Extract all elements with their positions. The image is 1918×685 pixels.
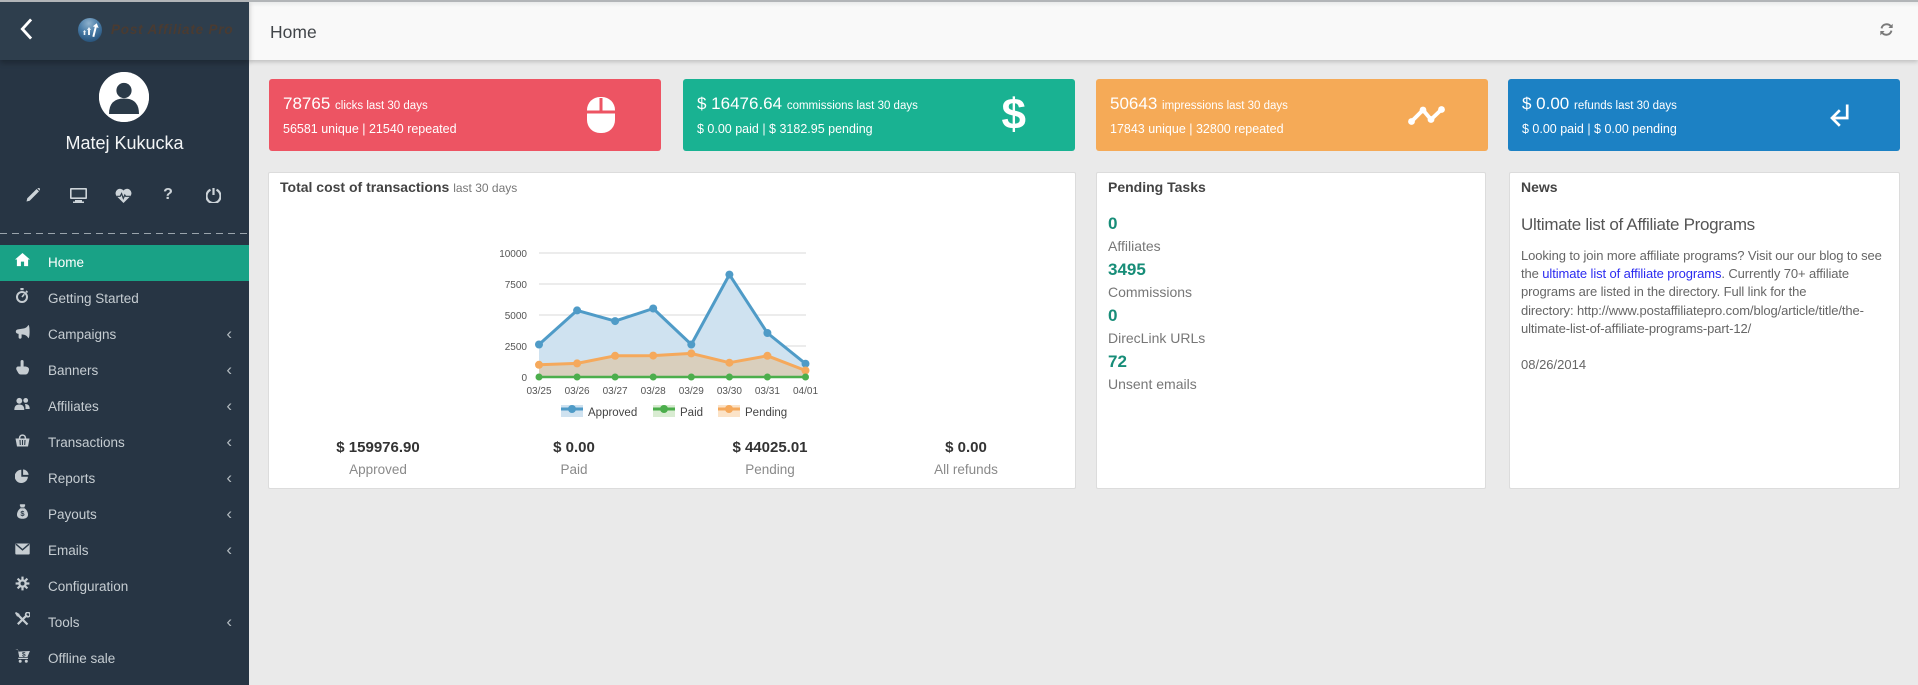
svg-text:03/25: 03/25 bbox=[526, 386, 551, 397]
svg-text:03/27: 03/27 bbox=[603, 386, 628, 397]
svg-text:03/30: 03/30 bbox=[717, 386, 742, 397]
svg-text:$: $ bbox=[21, 651, 25, 658]
svg-text:03/28: 03/28 bbox=[641, 386, 666, 397]
svg-text:5000: 5000 bbox=[505, 311, 528, 322]
svg-text:7500: 7500 bbox=[505, 280, 528, 291]
svg-text:Pending: Pending bbox=[745, 407, 787, 419]
svg-text:04/01: 04/01 bbox=[793, 386, 818, 397]
svg-text:Paid: Paid bbox=[680, 407, 703, 419]
svg-text:2500: 2500 bbox=[505, 342, 528, 353]
svg-text:10000: 10000 bbox=[499, 249, 527, 260]
svg-text:0: 0 bbox=[521, 373, 527, 384]
svg-text:Approved: Approved bbox=[588, 407, 637, 419]
svg-text:03/31: 03/31 bbox=[755, 386, 780, 397]
svg-text:03/29: 03/29 bbox=[679, 386, 704, 397]
svg-text:03/26: 03/26 bbox=[565, 386, 590, 397]
